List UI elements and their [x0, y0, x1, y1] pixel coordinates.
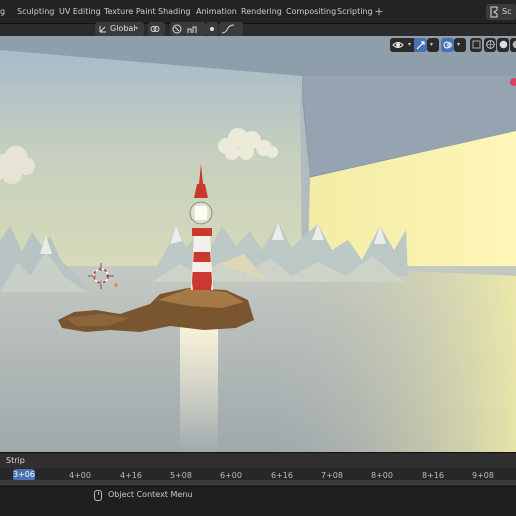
overlays-icon: [443, 41, 453, 49]
scene-selector-label: Sc: [502, 7, 512, 16]
chevron-down-icon: ▾: [430, 41, 434, 48]
overlays-toggle[interactable]: [441, 38, 454, 52]
rendered-scene: [0, 36, 516, 452]
tab-sculpting[interactable]: Sculpting: [17, 4, 54, 20]
eye-visibility-icon: [392, 42, 404, 48]
link-icon: [150, 26, 160, 32]
gizmos-dropdown[interactable]: ▾: [427, 38, 439, 52]
wireframe-sphere-icon: [486, 40, 495, 49]
snapping-dropdown[interactable]: [170, 22, 206, 36]
tick-label: 6+16: [271, 471, 293, 480]
shading-solid-button[interactable]: [497, 38, 509, 52]
add-workspace-button[interactable]: +: [373, 4, 385, 20]
snap-icon: [172, 24, 182, 34]
solid-sphere-icon: [499, 40, 508, 49]
tab-texture-paint[interactable]: Texture Paint: [104, 4, 156, 20]
chevron-down-icon: ▾: [408, 41, 412, 48]
blender-window: g Sculpting UV Editing Texture Paint Sha…: [0, 0, 516, 516]
tab-animation[interactable]: Animation: [196, 4, 237, 20]
proportional-edit-icon: [210, 27, 214, 31]
tick-label: 7+08: [321, 471, 343, 480]
scene-selector[interactable]: Sc: [486, 4, 516, 20]
mouse-right-click-icon: [94, 490, 102, 501]
tick-label: 9+08: [472, 471, 494, 480]
workspace-tab-bar: g Sculpting UV Editing Texture Paint Sha…: [0, 0, 516, 24]
tab-layout-partial[interactable]: g: [0, 4, 5, 20]
tick-label: 4+00: [69, 471, 91, 480]
pivot-point-dropdown[interactable]: [148, 22, 165, 36]
xray-toggle[interactable]: [470, 38, 482, 52]
chevron-down-icon: ▾: [457, 41, 461, 48]
overlays-dropdown[interactable]: ▾: [454, 38, 466, 52]
tick-label: 5+08: [170, 471, 192, 480]
gizmos-toggle[interactable]: [414, 38, 427, 52]
tab-compositing[interactable]: Compositing: [286, 4, 336, 20]
timeline-scrollbar[interactable]: [0, 480, 516, 485]
tab-rendering[interactable]: Rendering: [241, 4, 282, 20]
orientation-icon: [99, 26, 106, 33]
3d-viewport[interactable]: ▾ ▾ ▾: [0, 36, 516, 452]
chevron-down-icon: ▾: [135, 25, 139, 32]
falloff-curve-icon: [221, 24, 235, 34]
gizmo-icon: [416, 41, 425, 50]
falloff-dropdown[interactable]: [219, 22, 243, 36]
scene-icon: [490, 6, 498, 18]
transform-orientation-dropdown[interactable]: Global ▾: [95, 22, 144, 36]
tab-shading[interactable]: Shading: [158, 4, 191, 20]
orientation-label: Global: [110, 24, 136, 33]
xray-icon: [472, 40, 481, 49]
tab-scripting[interactable]: Scripting: [337, 4, 373, 20]
tick-label: 8+00: [371, 471, 393, 480]
object-origin: [114, 283, 118, 287]
status-bar: Object Context Menu: [0, 486, 516, 516]
tick-label: 8+16: [422, 471, 444, 480]
status-hint: Object Context Menu: [108, 490, 193, 499]
shading-material-button[interactable]: [510, 38, 516, 52]
tab-uv-editing[interactable]: UV Editing: [59, 4, 101, 20]
timeline-header: Strip: [0, 453, 516, 468]
visibility-dropdown[interactable]: ▾: [390, 38, 416, 52]
tick-label: 4+16: [120, 471, 142, 480]
tick-label: 6+00: [220, 471, 242, 480]
shading-wireframe-button[interactable]: [484, 38, 496, 52]
viewport-header: Global ▾: [0, 22, 516, 36]
snap-increment-icon: [187, 26, 197, 33]
material-sphere-icon: [512, 40, 516, 49]
proportional-edit-toggle[interactable]: [206, 22, 218, 36]
strip-menu[interactable]: Strip: [6, 456, 25, 465]
